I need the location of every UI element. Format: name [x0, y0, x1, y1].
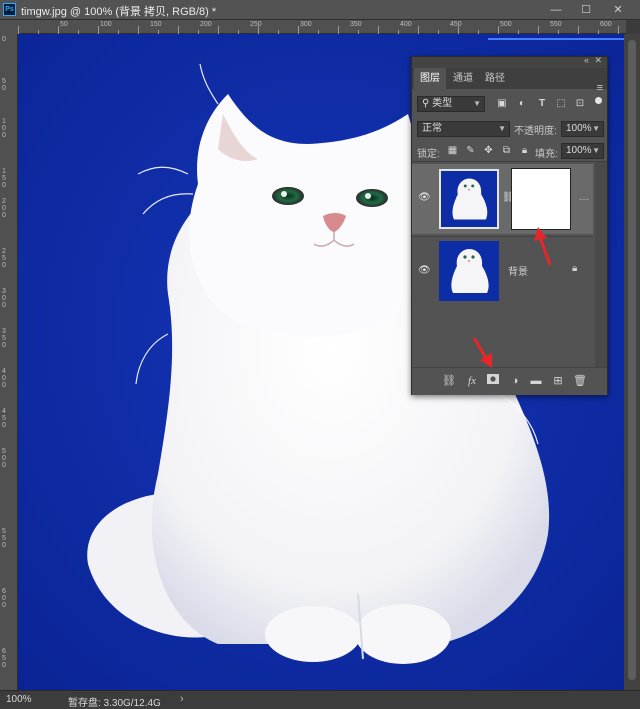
panel-scrollbar[interactable]	[595, 162, 607, 367]
ruler-origin[interactable]	[0, 20, 18, 34]
blend-mode-value: 正常	[422, 123, 442, 134]
panel-drag-strip[interactable]: « ✕	[412, 55, 607, 68]
fill-field[interactable]: 100% ▼	[561, 143, 604, 159]
ruler-tick-label: 50	[60, 21, 68, 28]
annotation-arrow-to-mask	[534, 227, 552, 266]
ruler-tick-label: 350	[350, 21, 362, 28]
ruler-tick-label: 3 5 0	[2, 328, 6, 349]
lock-artboard-icon[interactable]: ⧉	[501, 145, 512, 156]
ruler-tick-label: 600	[600, 21, 612, 28]
chevron-down-icon: ▼	[473, 99, 481, 108]
adjustment-layer-icon[interactable]: ◑	[508, 374, 522, 388]
ruler-tick-label: 6 5 0	[2, 648, 6, 669]
maximize-button[interactable]: ☐	[576, 2, 596, 18]
ruler-tick-label: 3 0 0	[2, 288, 6, 309]
panel-divider	[412, 161, 607, 162]
layers-panel-footer: ⛓︎ fx ◑ ▬ ⊞ 🗑︎	[412, 367, 607, 395]
annotation-arrow-to-add-mask	[472, 337, 492, 368]
vertical-scrollbar[interactable]	[624, 34, 640, 690]
scratch-disk-info: 暂存盘: 3.30G/12.4G	[68, 698, 161, 709]
tab-layers[interactable]: 图层	[414, 68, 446, 89]
ruler-tick-label: 450	[450, 21, 462, 28]
ruler-tick-label: 1 5 0	[2, 168, 6, 189]
document-title-bar: Ps timgw.jpg @ 100% (背景 拷贝, RGB/8) * — ☐…	[0, 0, 640, 20]
link-layers-icon[interactable]: ⛓︎	[442, 374, 456, 388]
search-icon: ⚲	[422, 98, 430, 109]
tab-channels[interactable]: 通道	[447, 68, 479, 89]
filter-kind-dropdown[interactable]: ⚲ 类型 ▼	[417, 96, 485, 112]
photoshop-app-icon: Ps	[3, 3, 16, 16]
ruler-tick-label: 500	[500, 21, 512, 28]
ruler-tick-label: 2 0 0	[2, 198, 6, 219]
layer-thumbnail[interactable]	[439, 241, 499, 301]
layer-name[interactable]: 背景	[508, 263, 528, 278]
opacity-label: 不透明度:	[514, 126, 557, 137]
close-button[interactable]: ✕	[608, 2, 628, 18]
ruler-tick-label: 550	[550, 21, 562, 28]
image-filter-icon[interactable]: ▣	[496, 98, 508, 110]
lock-all-icon[interactable]: 🔒︎	[519, 145, 530, 156]
ruler-tick-label: 150	[150, 21, 162, 28]
fill-value: 100%	[566, 145, 592, 156]
layer-thumbnail[interactable]	[439, 169, 499, 229]
adjustment-filter-icon[interactable]: ◐	[516, 98, 528, 110]
tab-paths[interactable]: 路径	[479, 68, 511, 89]
horizontal-ruler[interactable]: 50 100 150 200 250 300 350 400 450 500 5…	[18, 20, 626, 34]
panel-menu-icon[interactable]: ≡	[597, 82, 603, 94]
vertical-ruler[interactable]: 0 5 0 1 0 0 1 5 0 2 0 0 2 5 0 3 0 0 3 5 …	[0, 34, 18, 690]
minimize-button[interactable]: —	[546, 2, 566, 18]
ruler-tick-label: 5 0 0	[2, 448, 6, 469]
shape-filter-icon[interactable]: ⬚	[555, 98, 567, 110]
new-layer-icon[interactable]: ⊞	[551, 374, 565, 388]
layer-mask-thumbnail[interactable]	[511, 168, 571, 230]
ruler-tick-label: 0	[2, 36, 6, 43]
chevron-down-icon: ▼	[592, 124, 600, 133]
status-menu-arrow[interactable]: ›	[180, 693, 184, 705]
filter-toggle-icon[interactable]	[595, 97, 602, 104]
fill-label: 填充:	[535, 149, 558, 160]
add-mask-icon[interactable]	[486, 374, 500, 388]
eye-icon[interactable]: 👁︎	[418, 192, 431, 204]
document-title: timgw.jpg @ 100% (背景 拷贝, RGB/8) *	[21, 6, 217, 18]
status-bar: 100% 暂存盘: 3.30G/12.4G ›	[0, 690, 640, 709]
ruler-tick-label: 200	[200, 21, 212, 28]
ruler-tick-label: 2 5 0	[2, 248, 6, 269]
ruler-tick-label: 400	[400, 21, 412, 28]
zoom-level-field[interactable]: 100%	[6, 694, 58, 707]
blend-mode-dropdown[interactable]: 正常 ▼	[417, 121, 510, 137]
collapse-panel-icon[interactable]: «	[584, 55, 589, 65]
lock-icon[interactable]: 🔒︎	[572, 263, 577, 274]
group-folder-icon[interactable]: ▬	[529, 374, 543, 388]
ruler-tick-label: 250	[250, 21, 262, 28]
layer-row-background-copy[interactable]: 👁︎ ⛓︎ …	[412, 164, 593, 234]
type-filter-icon[interactable]: T	[536, 98, 548, 110]
ruler-tick-label: 300	[300, 21, 312, 28]
more-icon: …	[579, 192, 589, 203]
scrollbar-thumb[interactable]	[628, 40, 636, 680]
lock-label: 锁定:	[417, 149, 440, 160]
ruler-tick-label: 4 5 0	[2, 408, 6, 429]
smart-object-filter-icon[interactable]: ⊡	[574, 98, 586, 110]
ruler-tick-label: 6 0 0	[2, 588, 6, 609]
layer-row-background[interactable]: 👁︎ 背景 🔒︎	[412, 236, 593, 306]
close-panel-icon[interactable]: ✕	[594, 55, 602, 66]
filter-kind-value: 类型	[432, 98, 453, 109]
panel-tabs: 图层 通道 路径 ≡	[412, 68, 607, 94]
lock-transparent-icon[interactable]: ▦	[447, 145, 458, 156]
ruler-tick-label: 5 0	[2, 78, 6, 92]
ruler-tick-label: 1 0 0	[2, 118, 6, 139]
layers-panel: « ✕ 图层 通道 路径 ≡ ⚲ 类型 ▼ ▣ ◐ T ⬚ ⊡ 正常 ▼ 不透明…	[411, 55, 608, 395]
eye-icon[interactable]: 👁︎	[418, 265, 431, 277]
ruler-tick-label: 100	[100, 21, 112, 28]
fx-icon[interactable]: fx	[465, 374, 479, 388]
chevron-down-icon: ▼	[498, 124, 506, 133]
opacity-field[interactable]: 100% ▼	[561, 121, 604, 137]
chevron-down-icon: ▼	[592, 146, 600, 155]
trash-icon[interactable]: 🗑︎	[573, 374, 587, 388]
ruler-tick-label: 4 0 0	[2, 368, 6, 389]
ruler-tick-label: 5 5 0	[2, 528, 6, 549]
lock-paint-icon[interactable]: ✎	[465, 145, 476, 156]
lock-position-icon[interactable]: ✥	[483, 145, 494, 156]
opacity-value: 100%	[566, 123, 592, 134]
